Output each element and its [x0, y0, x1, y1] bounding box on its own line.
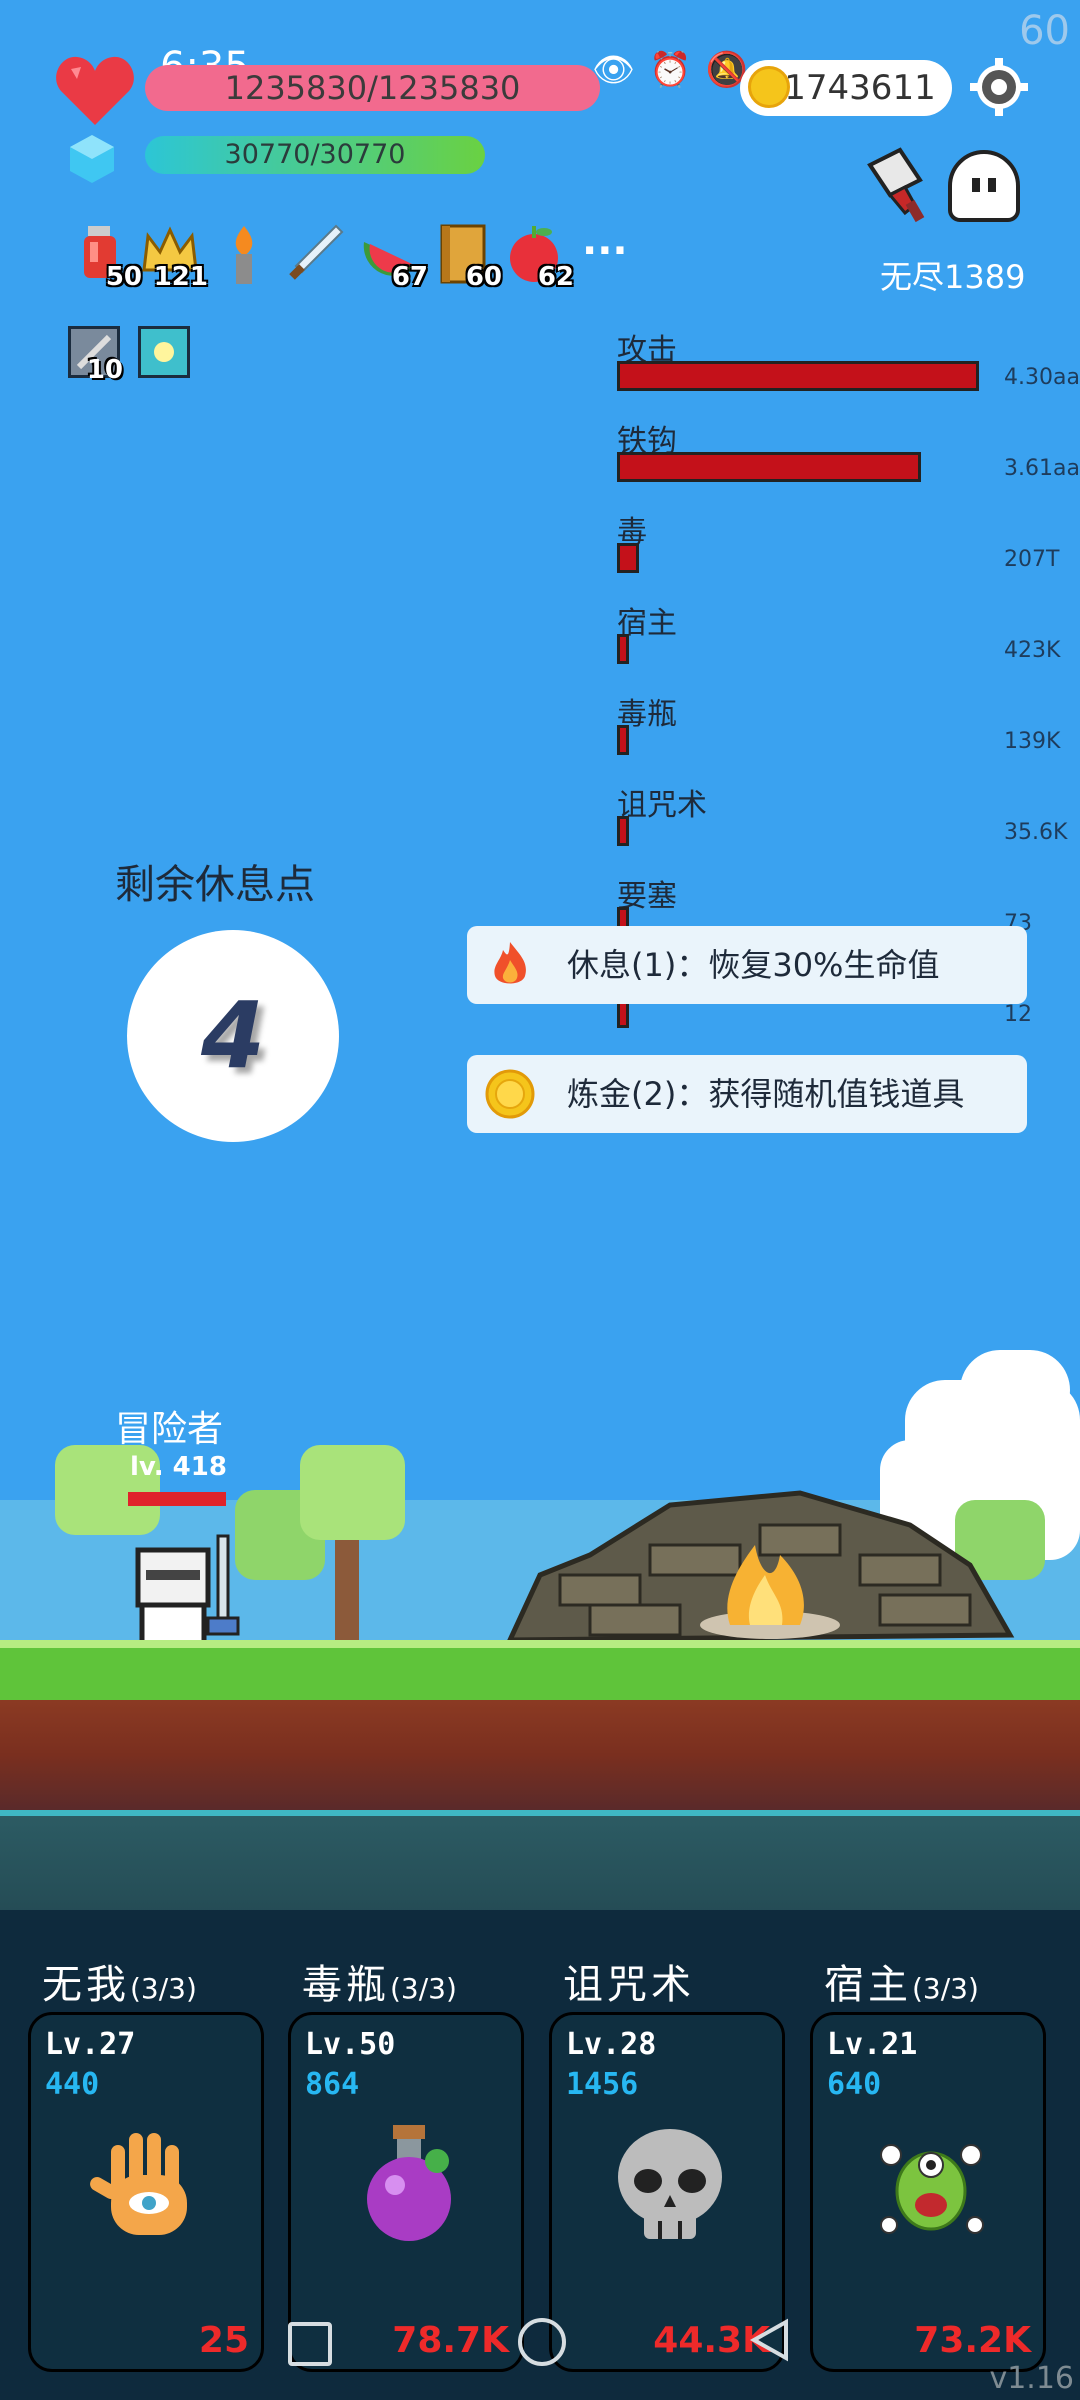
damage-stat-bar [617, 361, 979, 391]
skill-title-4: 宿主(3/3) [824, 1962, 979, 2008]
damage-stat-bar [617, 452, 922, 482]
alchemy-option-button[interactable]: 炼金(2)：获得随机值钱道具 [467, 1055, 1027, 1133]
alchemy-option-text: 炼金(2)：获得随机值钱道具 [567, 1075, 965, 1113]
campfire-rock-pile [506, 1490, 1015, 1643]
fps-counter: 60 [1019, 8, 1070, 54]
weapon-buff-icon[interactable]: 10 [68, 326, 123, 385]
damage-stat-value: 139K [1004, 729, 1061, 754]
damage-stat-value: 423K [1004, 638, 1061, 663]
mana-gem-icon [70, 135, 114, 183]
rest-option-text: 休息(1)：恢复30%生命值 [567, 946, 940, 984]
rest-option-button[interactable]: 休息(1)：恢复30%生命值 [467, 926, 1027, 1004]
damage-stat-value: 3.61aa [1004, 456, 1080, 481]
adventurer-knight-sprite[interactable] [128, 1530, 243, 1648]
damage-stat-bar [617, 634, 629, 664]
more-items-button[interactable]: ··· [582, 228, 628, 274]
rest-points-title: 剩余休息点 [115, 862, 315, 908]
nav-home-button[interactable] [518, 2318, 566, 2366]
green-monster-icon [880, 2144, 984, 2234]
mp-text: 30770/30770 [224, 139, 406, 170]
damage-stat-label: 诅咒术 [617, 788, 707, 823]
crown-icon[interactable]: 121 [140, 222, 208, 292]
torch-icon[interactable] [214, 222, 274, 286]
damage-stat-value: 207T [1004, 547, 1060, 572]
damage-stat-bar [617, 725, 629, 755]
adventurer-hp-bar [128, 1492, 226, 1506]
coin-amount: 1743611 [784, 68, 936, 108]
tree-trunk [335, 1540, 359, 1640]
book-icon[interactable]: 60 [434, 222, 502, 292]
skill-title-2: 毒瓶(3/3) [302, 1962, 457, 2008]
damage-stat-value: 35.6K [1004, 820, 1068, 845]
hp-text: 1235830/1235830 [224, 69, 521, 107]
dirt-layer [0, 1700, 1080, 1810]
damage-stat-value: 12 [1004, 1002, 1032, 1027]
fire-icon [494, 942, 526, 984]
adventurer-level: lv. 418 [130, 1452, 227, 1482]
watermelon-icon[interactable]: 67 [360, 222, 428, 292]
cloud [960, 1350, 1070, 1430]
damage-stat-value: 4.30aa [1004, 365, 1080, 390]
skull-icon [618, 2129, 722, 2239]
sword-icon[interactable] [284, 222, 344, 286]
version-label: v1.16 [989, 2361, 1074, 2396]
gear-icon[interactable] [970, 58, 1028, 116]
tree [300, 1445, 405, 1540]
poison-bottle-icon [367, 2125, 451, 2241]
nav-back-button[interactable] [748, 2318, 792, 2362]
skill-card-2[interactable]: Lv.50 864 78.7K [288, 2012, 524, 2372]
eye-hand-icon [90, 2133, 187, 2235]
heart-icon [56, 56, 134, 125]
skill-card-1[interactable]: Lv.27 440 25 [28, 2012, 264, 2372]
potion-flask-icon[interactable]: 50 [74, 222, 142, 292]
sparkle-buff-icon[interactable] [138, 326, 190, 378]
skill-title-1: 无我(3/3) [42, 1962, 197, 2008]
apple-icon[interactable]: 62 [506, 222, 574, 292]
endless-level: 无尽1389 [880, 258, 1026, 296]
adventurer-name: 冒险者 [115, 1409, 224, 1450]
nav-recents-button[interactable] [288, 2322, 332, 2366]
gold-coin-icon [485, 1069, 535, 1119]
skill-card-4[interactable]: Lv.21 640 73.2K [810, 2012, 1046, 2372]
skill-title-3: 诅咒术 [563, 1962, 695, 2008]
rest-points-count: 4 [200, 982, 265, 1089]
cleaver-icon[interactable] [860, 145, 940, 225]
grass-ground [0, 1640, 1080, 1700]
ghost-icon[interactable] [948, 150, 1020, 222]
damage-stat-bar [617, 816, 629, 846]
system-status-icons: 👁⏰🔕 [592, 50, 762, 90]
damage-stat-bar [617, 543, 639, 573]
